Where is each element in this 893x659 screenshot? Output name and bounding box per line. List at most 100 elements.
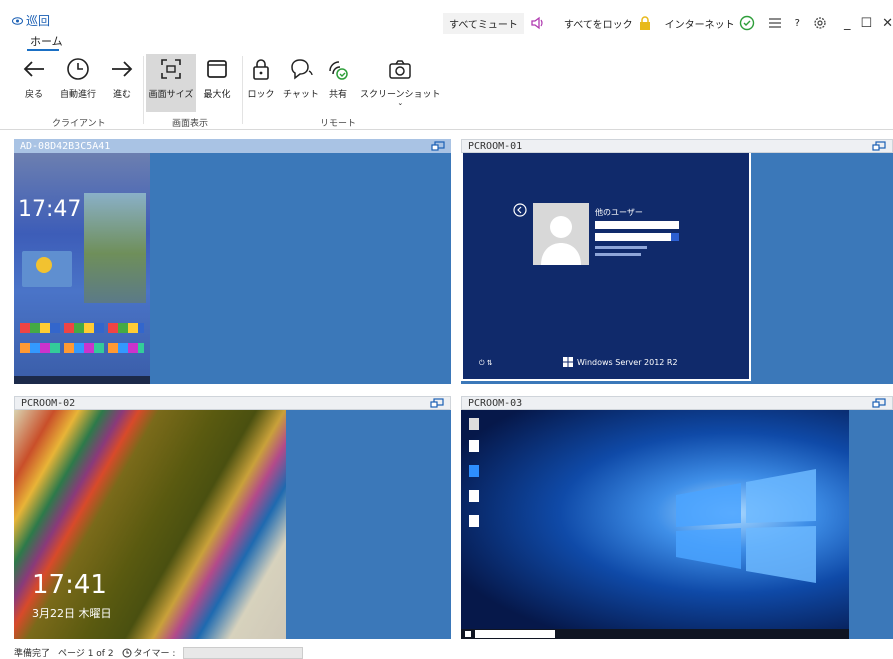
share-label: 共有 [328,90,347,100]
user-avatar [533,203,589,265]
desktop-file-icon[interactable] [469,440,479,452]
remote-view-icon[interactable] [872,398,886,408]
person-icon [541,216,581,265]
gear-icon [814,17,826,29]
help-button[interactable]: ? [795,18,800,29]
lock-button[interactable]: ロック [245,54,277,100]
client-name: PCROOM-03 [468,397,523,409]
panel-header[interactable]: PCROOM-03 [461,396,893,410]
taskbar [461,629,849,639]
speaker-toggle[interactable] [530,15,546,31]
client-panel[interactable]: PCROOM-01 他のユーザー ⏻ ⇅ Windows Server 2012… [461,139,893,384]
lock-all-button[interactable]: すべてをロック [564,15,653,31]
recycle-bin-icon[interactable] [469,418,479,430]
status-ready: 準備完了 [14,649,51,659]
fit-screen-icon [161,59,181,79]
window-controls: _ ☐ ✕ [844,16,893,31]
client-screen: 17:47 [14,153,150,384]
status-bar: 準備完了 ページ 1 of 2 タイマー : [0,646,893,659]
share-button[interactable]: 共有 [322,54,354,100]
os-branding: Windows Server 2012 R2 [563,357,678,367]
minimize-button[interactable]: _ [844,16,851,31]
app-icons-row [20,323,144,333]
arrow-right-icon [112,61,133,77]
mute-all-button[interactable]: すべてミュート [443,12,524,34]
client-name: PCROOM-01 [468,140,523,152]
start-button[interactable] [465,631,471,637]
client-panel[interactable]: AD-08D42B3C5A41 17:47 [14,139,451,384]
settings-button[interactable] [812,15,828,31]
screen-size-button[interactable]: 画面サイズ [146,54,196,112]
internet-label: インターネット [664,19,735,31]
camera-icon [389,60,412,79]
back-circle-icon [513,203,527,217]
menu-button[interactable] [767,15,783,31]
panel-header[interactable]: AD-08D42B3C5A41 [14,139,451,153]
timer: タイマー : [122,646,176,659]
group-remote-label: リモート [320,119,357,129]
maximize-button[interactable]: 最大化 [201,54,233,100]
group-client-label: クライアント [52,119,106,129]
client-name: AD-08D42B3C5A41 [20,140,111,152]
chat-label: チャット [283,90,319,100]
timer-progress [183,646,304,659]
auto-advance-label: 自動進行 [60,90,97,100]
screenshot-button[interactable]: スクリーンショット ⌄ [360,54,441,107]
client-name: PCROOM-02 [21,397,76,409]
title-bar: 巡回 すべてミュート すべてをロック インターネット ? _ ☐ ✕ ホーム [0,0,893,51]
tab-home[interactable]: ホーム [30,33,63,49]
check-circle-icon [739,15,754,31]
arrow-left-icon [23,61,44,77]
forward-label: 進む [112,90,131,100]
accessibility-icons: ⏻ ⇅ [479,359,493,367]
weather-widget [22,251,72,287]
back-button[interactable]: 戻る [18,54,50,100]
close-button[interactable]: ✕ [882,16,893,31]
tab-home-underline [27,49,59,51]
remote-view-icon[interactable] [431,141,445,151]
username-field[interactable] [595,221,679,229]
clock-icon [67,58,89,80]
maximize-window-button[interactable]: ☐ [860,16,872,31]
chat-button[interactable]: チャット [283,54,319,100]
speaker-icon [531,16,543,30]
app-shortcut-icon[interactable] [469,465,479,477]
desktop-file-icon[interactable] [469,515,479,527]
hamburger-menu-icon [768,18,781,28]
chevron-down-icon[interactable]: ⌄ [397,100,403,107]
taskbar-search-box[interactable] [475,630,555,638]
remote-view-icon[interactable] [430,398,444,408]
desktop-file-icon[interactable] [469,490,479,502]
internet-toggle[interactable]: インターネット [665,15,755,31]
timer-label: タイマー : [133,649,176,659]
auto-advance-button[interactable]: 自動進行 [60,54,96,100]
sun-icon [36,257,52,273]
tablet-clock: 17:47 [18,197,82,222]
client-screen: 他のユーザー ⏻ ⇅ Windows Server 2012 R2 [461,153,751,381]
help-label: ? [794,17,800,29]
maximize-label: 最大化 [203,90,231,100]
client-panel[interactable]: PCROOM-02 17:41 3月22日 木曜日 [14,396,451,639]
lock-all-label: すべてをロック [563,19,633,31]
client-panel[interactable]: PCROOM-03 [461,396,893,639]
app-title-text: 巡回 [26,14,51,28]
wallpaper-thumbnail [84,193,146,303]
remote-view-icon[interactable] [872,141,886,151]
clock-icon [122,648,132,657]
panel-header[interactable]: PCROOM-01 [461,139,893,153]
lock-label: ロック [247,90,275,100]
forward-button[interactable]: 進む [106,54,138,100]
back-label: 戻る [24,90,43,100]
padlock-icon [639,16,650,30]
chat-bubble-icon [291,59,313,80]
signin-options-link [595,253,641,256]
other-user-label: 他のユーザー [595,208,643,217]
submit-arrow-icon[interactable] [671,233,679,241]
share-icon [329,61,348,80]
panel-header[interactable]: PCROOM-02 [14,396,451,410]
password-field[interactable] [595,233,679,241]
mute-all-label: すべてミュート [449,19,518,31]
separator [143,56,144,124]
windows-logo-wallpaper [676,469,816,583]
app-title: 巡回 [12,12,50,29]
